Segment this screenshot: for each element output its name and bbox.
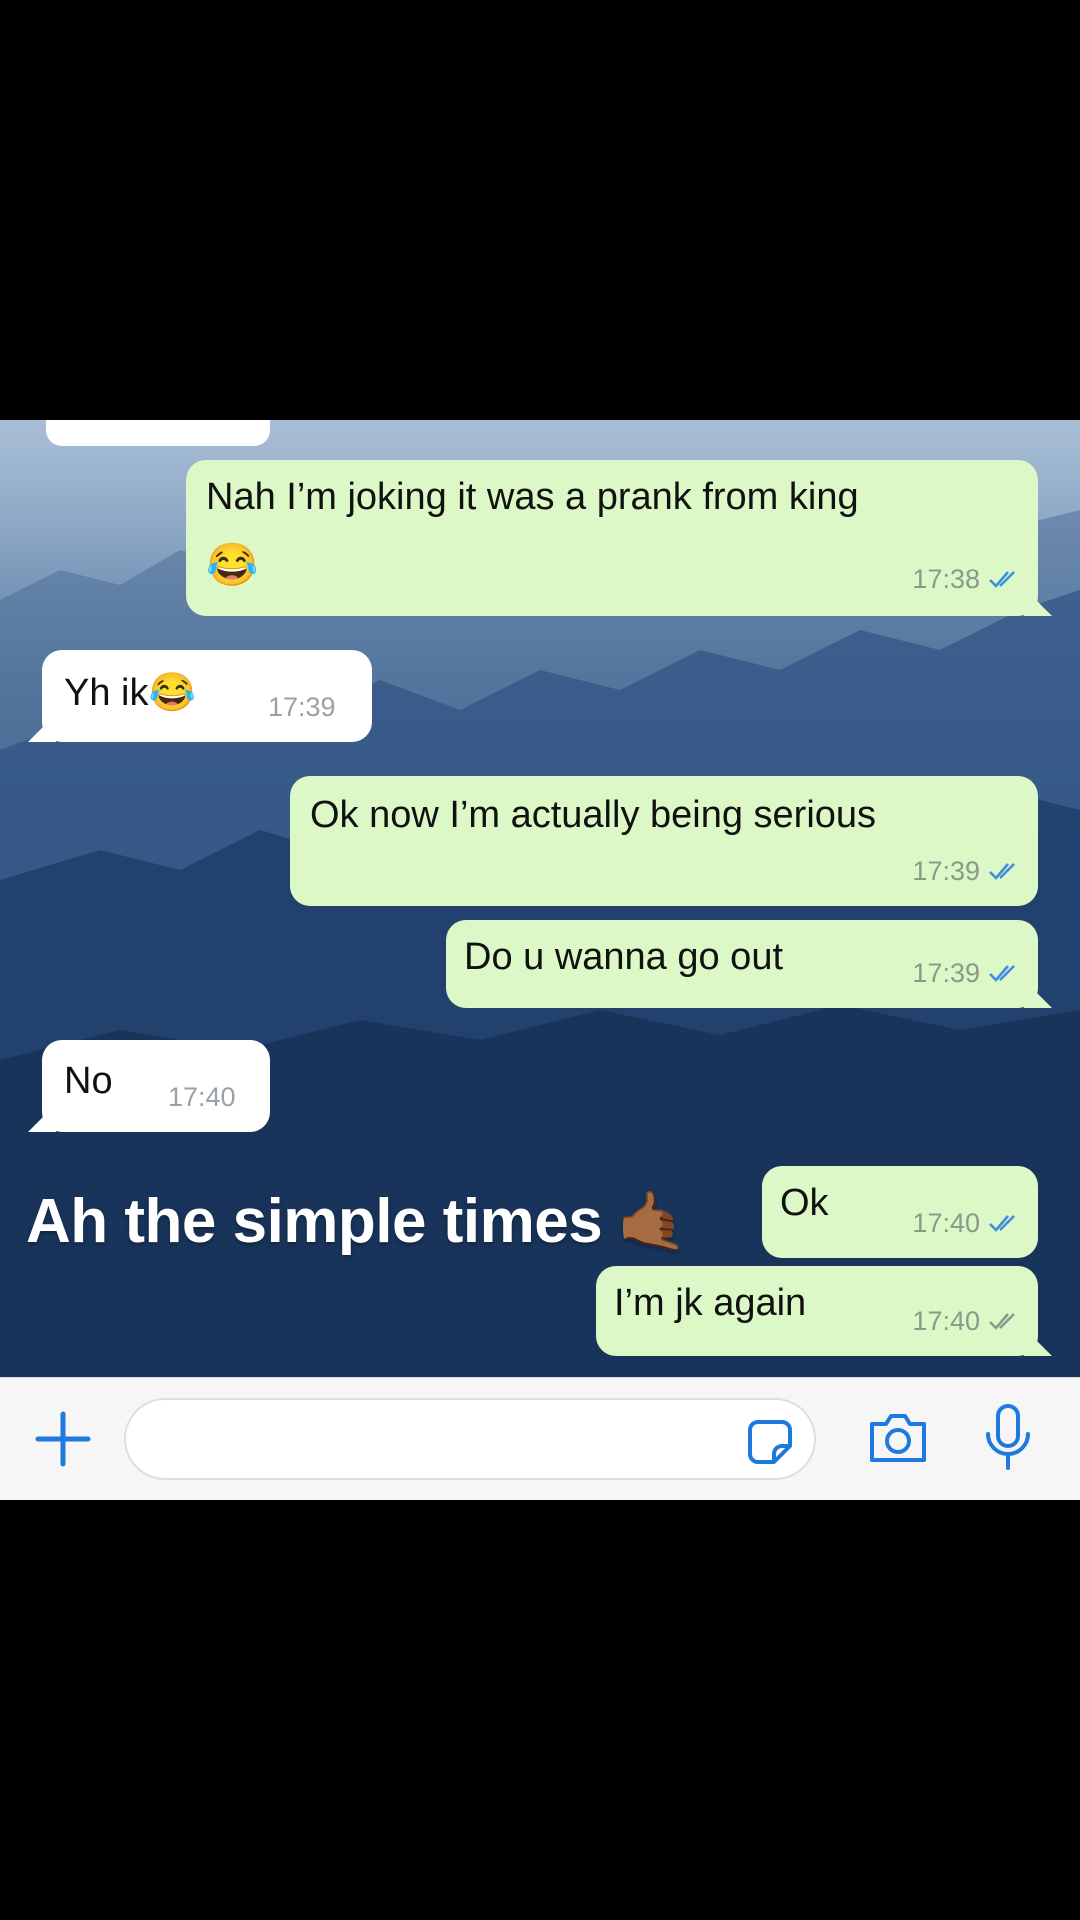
microphone-icon[interactable] [982,1402,1034,1474]
message-bubble-outgoing[interactable]: Ok now I’m actually being serious 17:39 [290,776,1038,906]
message-bubble-incoming[interactable]: No 17:40 [28,1040,270,1132]
message-meta: 17:40 [912,1298,1020,1344]
call-me-hand-emoji: 🤙🏾 [616,1188,688,1254]
delivered-ticks-icon [989,1313,1015,1330]
read-ticks-icon [989,571,1015,588]
message-input[interactable] [150,1410,694,1470]
sticker-icon[interactable] [746,1418,794,1466]
message-text: Nah I’m joking it was a prank from king [206,476,859,518]
plus-icon[interactable] [28,1404,98,1474]
message-meta: 17:38 [912,556,1020,602]
message-text: Yh ik😂 [64,670,196,716]
message-bubble-outgoing[interactable]: Ok 17:40 [762,1166,1038,1258]
message-time: 17:40 [168,1082,236,1112]
message-time: 17:39 [268,692,336,722]
read-ticks-icon [989,965,1015,982]
message-composer [0,1377,1080,1500]
video-caption: Ah the simple times 🤙🏾 [26,1186,688,1257]
message-text: I’m jk again [614,1282,807,1324]
read-ticks-icon [989,863,1015,880]
message-meta: 17:39 [912,848,1020,894]
message-text: Do u wanna go out [464,936,784,978]
partial-message-bubble [46,420,270,446]
message-text-body: Yh ik [64,672,149,714]
message-text: Ok [780,1182,829,1224]
message-meta: 17:40 [912,1200,1020,1246]
message-text: No [64,1060,113,1102]
caption-text: Ah the simple times [26,1187,603,1256]
message-bubble-incoming[interactable]: Yh ik😂 17:39 [28,650,372,742]
message-time: 17:39 [912,856,980,886]
message-meta: 17:40 [168,1074,236,1120]
message-bubble-outgoing[interactable]: I’m jk again 17:40 [596,1266,1052,1356]
message-input-field[interactable] [124,1398,816,1480]
message-bubble-outgoing[interactable]: Do u wanna go out 17:39 [446,920,1052,1008]
message-time: 17:40 [912,1306,980,1336]
laughing-emoji: 😂 [148,672,196,714]
message-time: 17:40 [912,1208,980,1238]
read-ticks-icon [989,1215,1015,1232]
message-meta: 17:39 [268,684,336,730]
camera-icon[interactable] [866,1408,930,1468]
message-time: 17:38 [912,564,980,594]
message-text: Ok now I’m actually being serious [310,794,877,836]
message-bubble-outgoing[interactable]: Nah I’m joking it was a prank from king … [186,460,1052,616]
laughing-emoji: 😂 [206,541,259,588]
message-time: 17:39 [912,958,980,988]
message-meta: 17:39 [912,950,1020,996]
